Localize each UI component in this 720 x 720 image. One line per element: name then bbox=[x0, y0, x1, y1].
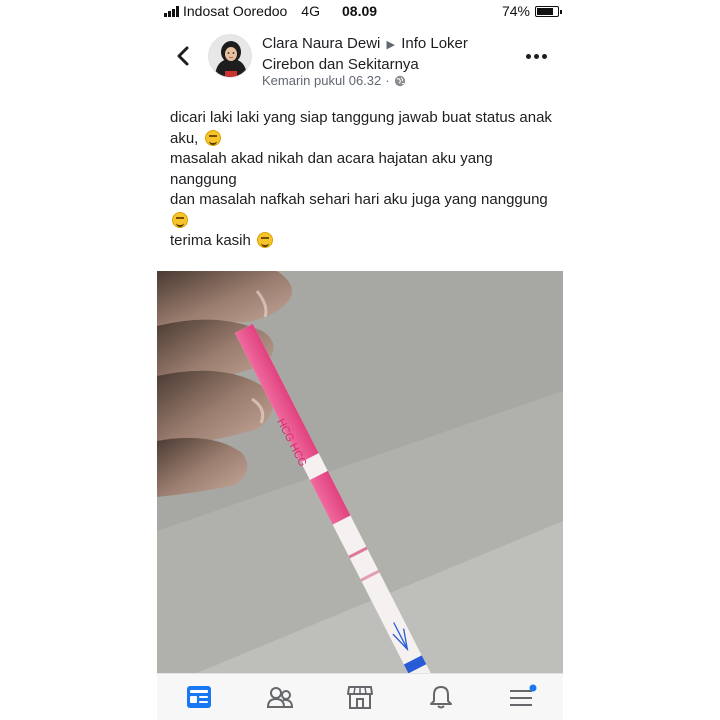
network-type: 4G bbox=[301, 3, 320, 19]
post-author-line: Clara Naura Dewi ▶ Info Loker Cirebon da… bbox=[262, 34, 512, 74]
signal-icon bbox=[164, 5, 179, 17]
post-line: masalah akad nikah dan acara hajatan aku… bbox=[170, 150, 493, 188]
bottom-navigation bbox=[157, 673, 563, 720]
battery-percent: 74% bbox=[501, 3, 530, 19]
smiling-face-icon bbox=[204, 129, 221, 146]
globe-icon bbox=[394, 75, 405, 86]
notification-dot bbox=[529, 684, 537, 692]
status-left: Indosat Ooredoo 4G bbox=[164, 3, 320, 19]
author-name[interactable]: Clara Naura Dewi bbox=[262, 35, 380, 52]
post-timestamp[interactable]: Kemarin pukul 06.32 bbox=[262, 73, 381, 88]
post-photo[interactable]: HCG HCG bbox=[157, 271, 563, 673]
post-line: dan masalah nafkah sehari hari aku juga … bbox=[170, 190, 560, 231]
nav-news-feed[interactable] bbox=[182, 682, 216, 712]
nav-marketplace[interactable] bbox=[343, 682, 377, 712]
smiling-face-icon bbox=[172, 211, 188, 228]
nav-notifications[interactable] bbox=[424, 682, 458, 712]
more-options-button[interactable] bbox=[524, 50, 548, 62]
notifications-icon bbox=[430, 686, 452, 709]
menu-icon bbox=[510, 684, 537, 706]
status-right: 74% bbox=[501, 3, 562, 19]
nav-menu[interactable] bbox=[505, 682, 539, 712]
avatar-image bbox=[209, 35, 251, 77]
status-time: 08.09 bbox=[342, 3, 378, 19]
news-feed-icon bbox=[187, 686, 211, 708]
post-body: dicari laki laki yang siap tanggung jawa… bbox=[170, 108, 560, 252]
back-button[interactable] bbox=[172, 42, 194, 70]
status-bar: Indosat Ooredoo 4G 08.09 74% bbox=[150, 0, 565, 24]
avatar[interactable] bbox=[208, 34, 252, 78]
chevron-left-icon bbox=[177, 46, 189, 66]
groups-icon bbox=[266, 687, 294, 708]
nav-groups[interactable] bbox=[263, 682, 297, 712]
arrow-right-icon: ▶ bbox=[386, 39, 396, 51]
winking-face-icon bbox=[257, 232, 274, 248]
carrier-name: Indosat Ooredoo bbox=[183, 3, 288, 19]
battery-icon bbox=[535, 5, 562, 17]
marketplace-icon bbox=[347, 686, 373, 709]
pregnancy-test-photo: HCG HCG bbox=[157, 271, 563, 673]
post-meta: Kemarin pukul 06.32 · bbox=[262, 73, 406, 88]
post-line: dicari laki laki yang siap tanggung jawa… bbox=[170, 109, 552, 147]
post-line: terima kasih bbox=[170, 231, 560, 252]
